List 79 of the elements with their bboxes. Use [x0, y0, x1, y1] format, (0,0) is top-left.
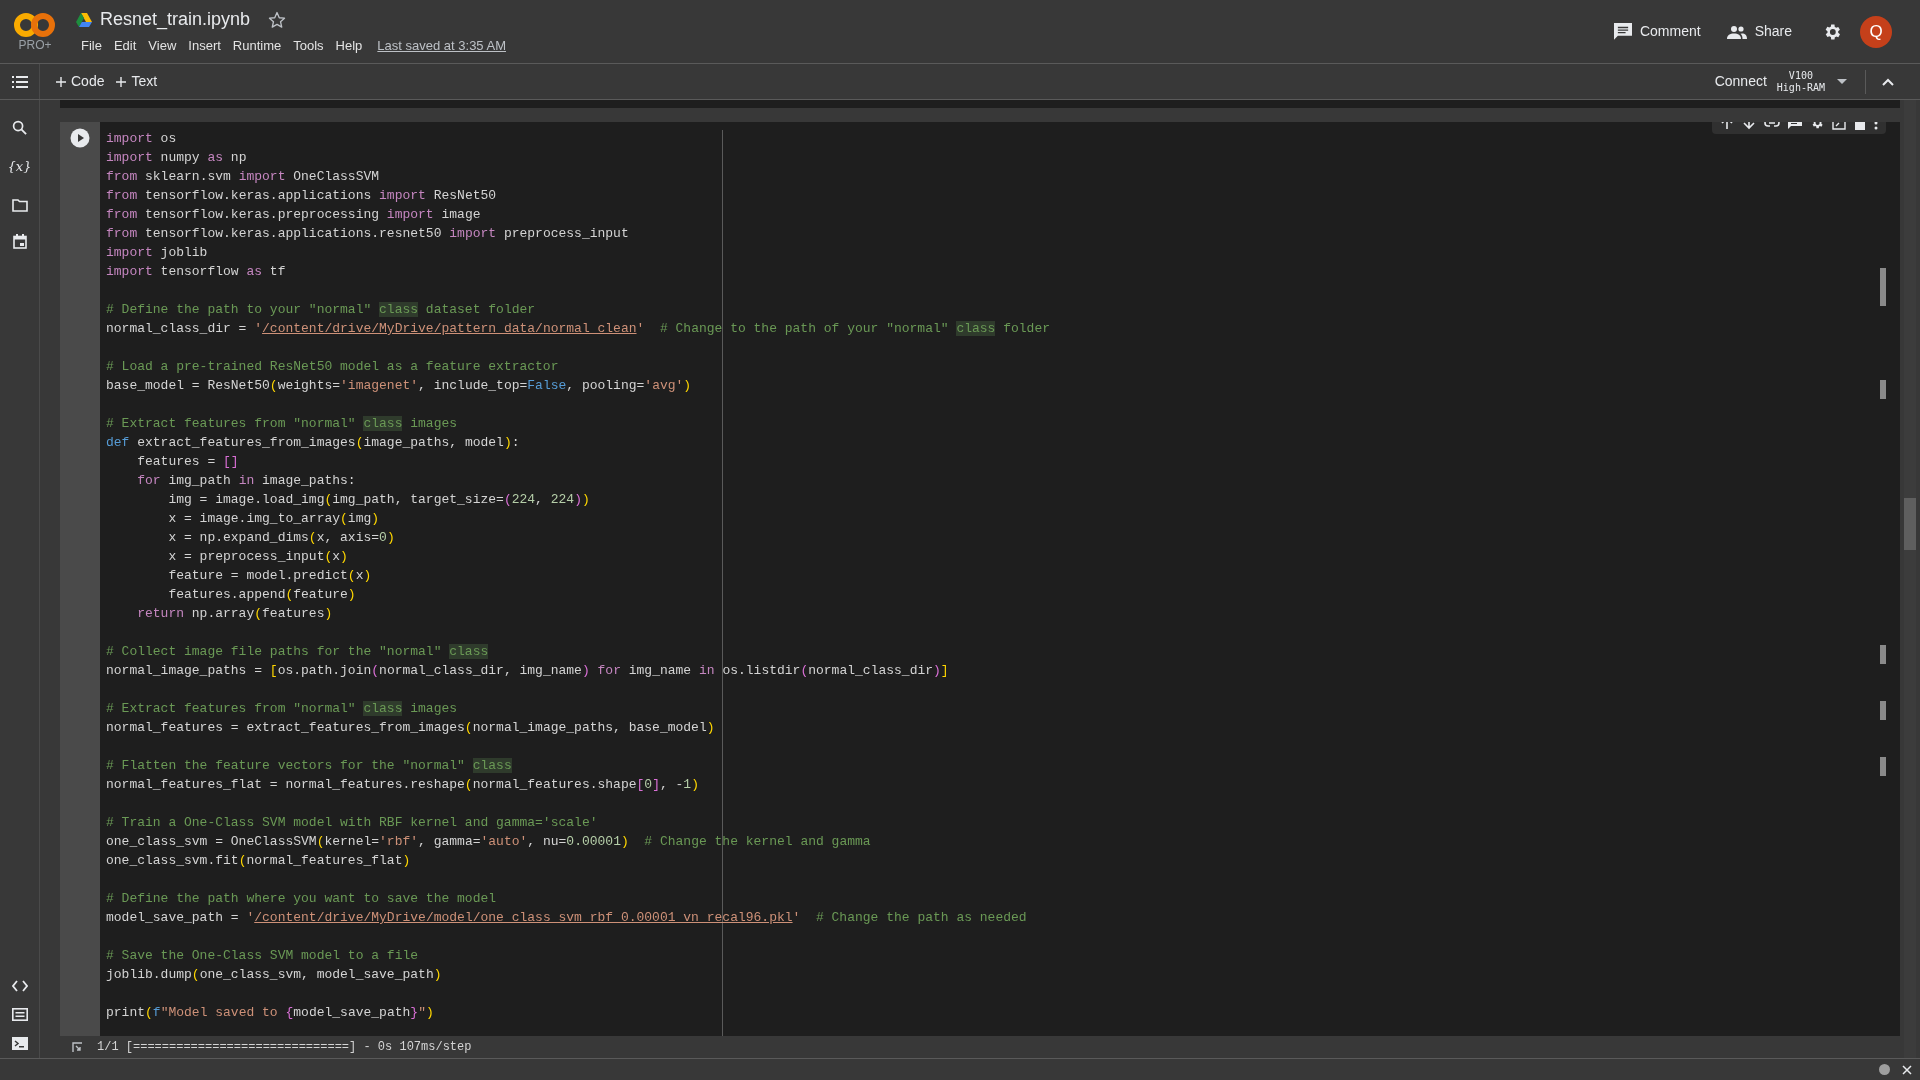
code-line: for img_path in image_paths:	[136, 472, 356, 490]
drive-icon	[76, 12, 92, 27]
code-line: one_class_svm.fit(normal_features_flat)	[106, 852, 411, 870]
code-line: # Load a pre-trained ResNet50 model as a feature extractor	[106, 358, 559, 376]
code-line: import numpy as np	[106, 149, 247, 167]
terminal-icon[interactable]	[11, 1037, 28, 1050]
menu-item[interactable]: File	[76, 35, 107, 57]
notebook-title[interactable]: Resnet_train.ipynb	[100, 6, 251, 34]
last-saved-link[interactable]: Last saved at 3:35 AM	[377, 36, 506, 56]
code-line: one_class_svm = OneClassSVM(kernel='rbf', gamma='auto', nu=0.00001) # Change the kernel and gamma	[106, 833, 871, 851]
menu-item[interactable]: Insert	[183, 35, 226, 57]
code-line: normal_image_paths = [os.path.join(normal_class_dir, img_name) for img_name in os.listdir(normal_class_dir)]	[106, 662, 949, 680]
code-line: # Define the path to your "normal" class dataset folder	[106, 301, 536, 319]
menu-item[interactable]: Runtime	[227, 35, 287, 57]
code-line: # Extract features from "normal" class images	[106, 700, 458, 718]
command-palette-icon[interactable]	[11, 1008, 28, 1021]
code-line: from sklearn.svm import OneClassSVM	[106, 168, 380, 186]
code-line: import os	[106, 130, 177, 148]
scroll-marker	[1880, 701, 1886, 720]
user-avatar[interactable]: Q	[1860, 15, 1892, 48]
scroll-marker	[1880, 645, 1886, 664]
people-icon	[1726, 24, 1747, 39]
share-button[interactable]: Share	[1716, 14, 1802, 49]
menu-item[interactable]: View	[143, 35, 182, 57]
menu-item[interactable]: Edit	[108, 35, 142, 57]
code-line: from tensorflow.keras.preprocessing import image	[106, 206, 481, 224]
output-icon[interactable]	[72, 1041, 84, 1053]
code-line: # Define the path where you want to save the model	[106, 890, 497, 908]
run-cell-button[interactable]	[70, 128, 90, 148]
scroll-marker	[1880, 380, 1886, 399]
code-snippets-icon[interactable]	[11, 980, 28, 992]
code-line: x = preprocess_input(x)	[167, 548, 348, 566]
menu-item[interactable]: Help	[330, 35, 368, 57]
code-line: model_save_path = '/content/drive/MyDrive/model/one_class_svm_rbf_0.00001_vn_recal96.pkl' # Change the path as needed	[106, 909, 1027, 927]
code-line: joblib.dump(one_class_svm, model_save_path)	[106, 966, 442, 984]
code-line: # Extract features from "normal" class images	[106, 415, 458, 433]
calendar-icon[interactable]	[12, 233, 27, 249]
code-line: feature = model.predict(x)	[167, 567, 372, 585]
scroll-marker	[1880, 757, 1886, 776]
code-line: x = np.expand_dims(x, axis=0)	[167, 529, 395, 547]
cell-output: 1/1 [==============================] - 0s 107ms/step	[97, 1039, 472, 1056]
code-line: features.append(feature)	[167, 586, 356, 604]
add-cell-button[interactable]: Code	[52, 68, 109, 95]
folder-icon[interactable]	[11, 198, 28, 212]
code-line: print(f"Model saved to {model_save_path}")	[106, 1004, 434, 1022]
code-line: import tensorflow as tf	[106, 263, 286, 281]
code-line: from tensorflow.keras.applications.resnet50 import preprocess_input	[106, 225, 629, 243]
code-line: from tensorflow.keras.applications import ResNet50	[106, 187, 497, 205]
code-line: normal_features = extract_features_from_images(normal_image_paths, base_model)	[106, 719, 715, 737]
table-of-contents-icon[interactable]	[11, 74, 28, 89]
code-line: # Save the One-Class SVM model to a file	[106, 947, 419, 965]
code-line: # Train a One-Class SVM model with RBF kernel and gamma='scale'	[106, 814, 598, 832]
scroll-marker	[1880, 268, 1886, 306]
colab-logo-icon[interactable]	[14, 12, 56, 38]
scrollbar-thumb[interactable]	[1904, 498, 1916, 550]
code-line: return np.array(features)	[136, 605, 333, 623]
code-line: # Flatten the feature vectors for the "normal" class	[106, 757, 512, 775]
star-icon[interactable]	[268, 10, 287, 29]
code-line: base_model = ResNet50(weights='imagenet', include_top=False, pooling='avg')	[106, 377, 692, 395]
collapse-chevron-icon[interactable]	[1882, 77, 1894, 86]
code-line: normal_features_flat = normal_features.reshape(normal_features.shape[0], -1)	[106, 776, 699, 794]
code-line: img = image.load_img(img_path, target_size=(224, 224))	[167, 491, 590, 509]
close-icon[interactable]	[1902, 1064, 1912, 1075]
search-icon[interactable]	[12, 120, 27, 135]
plus-icon	[116, 76, 127, 87]
variables-icon[interactable]: {x}	[7, 157, 32, 177]
comment-button[interactable]: Comment	[1603, 14, 1711, 49]
add-cell-button[interactable]: Text	[112, 68, 162, 95]
code-line: features = []	[136, 453, 239, 471]
dropdown-caret-icon[interactable]	[1837, 78, 1847, 85]
menu-item[interactable]: Tools	[288, 35, 329, 57]
code-line: normal_class_dir = '/content/drive/MyDrive/pattern_data/normal_clean' # Change to the path of your "normal" class folder	[106, 320, 1050, 338]
page-scrollbar[interactable]	[1904, 100, 1916, 1058]
plan-label: PRO+	[18, 39, 52, 51]
code-line: # Collect image file paths for the "normal" class	[106, 643, 489, 661]
code-line: import joblib	[106, 244, 208, 262]
code-line: x = image.img_to_array(img)	[167, 510, 380, 528]
code-line: def extract_features_from_images(image_paths, model):	[106, 434, 520, 452]
plus-icon	[56, 76, 66, 87]
